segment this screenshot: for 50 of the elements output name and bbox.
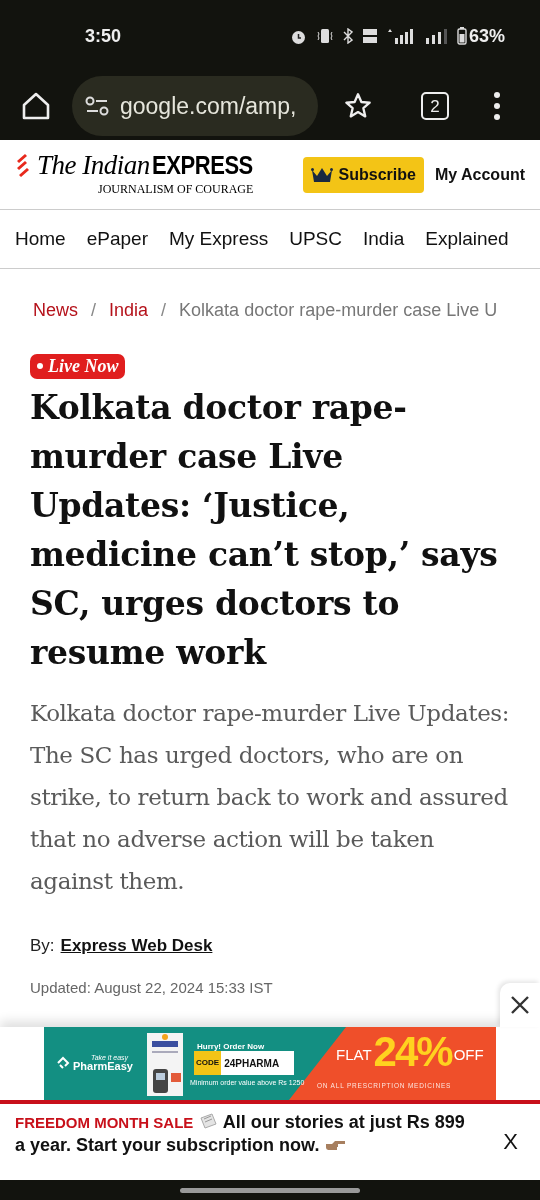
nav-link[interactable]: My Express bbox=[168, 224, 269, 254]
bookmark-star-icon[interactable] bbox=[344, 91, 374, 121]
breadcrumb-link[interactable]: News bbox=[33, 298, 78, 322]
logo-text: The Indian bbox=[37, 151, 150, 179]
address-bar[interactable]: google.com/amp, bbox=[72, 76, 318, 136]
ad-percent: 24% bbox=[373, 1031, 452, 1073]
ad-off: OFF bbox=[453, 1044, 484, 1065]
ad-brand: PharmEasy bbox=[73, 1061, 133, 1072]
coupon-label: CODE bbox=[194, 1051, 222, 1075]
nav-link[interactable]: Home bbox=[15, 224, 66, 254]
close-promo-button[interactable]: X bbox=[503, 1125, 518, 1158]
updated-date: Updated: August 22, 2024 15:33 IST bbox=[30, 978, 274, 998]
breadcrumb-separator: / bbox=[161, 298, 167, 322]
signal-icon bbox=[425, 28, 448, 44]
promo-message[interactable]: FREEDOM MONTH SALE All our stories at just Rs 899 a year. Start your subscription now. bbox=[15, 1111, 465, 1157]
gesture-handle[interactable] bbox=[180, 1187, 360, 1193]
site-settings-icon bbox=[85, 96, 109, 116]
crown-icon bbox=[310, 166, 333, 183]
status-time: 3:50 bbox=[85, 24, 122, 48]
ad-flat: FLAT bbox=[336, 1044, 372, 1065]
menu-icon[interactable] bbox=[493, 92, 501, 120]
ad-headline: Hurry! Order Now bbox=[197, 1041, 265, 1053]
byline-label: By: bbox=[30, 934, 55, 957]
nav-link[interactable]: Explained bbox=[425, 224, 509, 254]
nav-link[interactable]: ePaper bbox=[86, 224, 148, 254]
tab-switcher-button[interactable]: 2 bbox=[421, 92, 449, 120]
logo-tagline: JOURNALISM OF COURAGE bbox=[98, 180, 255, 198]
breadcrumb-link[interactable]: India bbox=[109, 298, 149, 322]
subscribe-button[interactable]: Subscribe bbox=[302, 156, 424, 193]
article-headline: Kolkata doctor rape-murder case Live Updates: ‘Justice, medicine can’t stop,’ says SC, urges doctors to resume work bbox=[30, 386, 499, 674]
breadcrumb-separator: / bbox=[91, 298, 97, 322]
logo-text: EXPRESS bbox=[151, 152, 253, 178]
url-text: google.com/amp, bbox=[120, 91, 297, 121]
my-account-link[interactable]: My Account bbox=[434, 162, 525, 187]
vibrate-icon bbox=[315, 28, 334, 44]
home-button[interactable] bbox=[20, 90, 52, 122]
pharmeasy-logo-icon bbox=[56, 1056, 70, 1070]
nav-link[interactable]: India bbox=[363, 224, 405, 254]
nav-link[interactable]: UPSC bbox=[289, 224, 342, 254]
battery-icon bbox=[456, 27, 467, 45]
live-now-badge: Live Now bbox=[30, 353, 126, 379]
article-summary: Kolkata doctor rape-murder Live Updates: The SC has urged doctors, who are on strike, to return back to work and assured that no adverse action will be taken against them. bbox=[30, 698, 510, 896]
coupon-code: 24PHARMA bbox=[224, 1056, 280, 1071]
battery-percent: 63% bbox=[468, 24, 505, 48]
breadcrumb-link[interactable]: Kolkata doctor rape-murder case Live U bbox=[179, 298, 498, 322]
bluetooth-icon bbox=[342, 28, 353, 44]
close-ad-button[interactable] bbox=[500, 983, 540, 1027]
author-link[interactable]: Express Web Desk bbox=[60, 932, 213, 958]
newspaper-icon bbox=[198, 1113, 219, 1131]
close-icon bbox=[510, 995, 530, 1015]
